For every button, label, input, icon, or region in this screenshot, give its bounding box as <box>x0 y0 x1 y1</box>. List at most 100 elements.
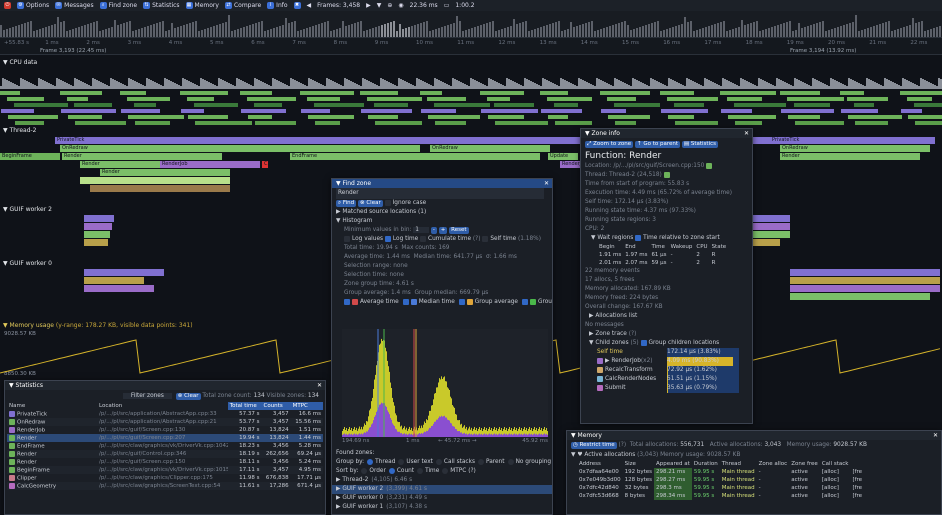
frame-bar[interactable] <box>408 27 410 37</box>
frame-bar[interactable] <box>402 29 404 37</box>
cpu-lane-segment[interactable] <box>728 115 776 119</box>
sort-by-radio[interactable] <box>361 467 368 474</box>
cpu-lane-segment[interactable] <box>15 121 44 125</box>
frame-bar[interactable] <box>837 27 839 37</box>
frame-bar[interactable] <box>312 26 314 37</box>
zone-bar[interactable]: OnRedraw <box>430 145 550 152</box>
cpu-lane-segment[interactable] <box>367 97 422 101</box>
cpu-lane-segment[interactable] <box>128 115 184 119</box>
toolbar-sort-button[interactable]: ⇅ Statistics <box>143 2 180 9</box>
frame-bar[interactable] <box>435 29 437 37</box>
frame-bar[interactable] <box>201 30 203 37</box>
memory-column-header[interactable]: Duration <box>692 460 720 468</box>
frame-bar[interactable] <box>531 30 533 37</box>
frame-bar[interactable] <box>426 21 428 37</box>
frame-bar[interactable] <box>147 26 149 37</box>
cpu-lane-segment[interactable] <box>374 103 408 107</box>
cpu-lane-segment[interactable] <box>480 91 524 95</box>
target-icon[interactable]: ⊕ <box>387 2 392 9</box>
frame-bar[interactable] <box>810 25 812 37</box>
frame-bar[interactable] <box>900 28 902 37</box>
statistics-button[interactable]: ▤ Statistics <box>681 141 718 148</box>
frame-bar[interactable] <box>756 21 758 37</box>
cpu-lane-segment[interactable] <box>120 91 146 95</box>
frame-bar[interactable] <box>111 27 113 37</box>
cpu-lane-segment[interactable] <box>675 121 718 125</box>
frame-bar[interactable] <box>861 30 863 37</box>
cpu-lane-segment[interactable] <box>368 115 398 119</box>
frame-time-graph[interactable] <box>0 11 942 37</box>
table-row[interactable]: Render/p/.../pl/src/guif/Control.cpp:346… <box>7 450 323 458</box>
frame-bar[interactable] <box>153 24 155 37</box>
filter-zones-input[interactable]: Filter zones <box>122 393 172 399</box>
frame-bar[interactable] <box>138 29 140 37</box>
toolbar-info-button[interactable]: i Info <box>267 2 288 9</box>
cpu-lane-segment[interactable] <box>494 103 534 107</box>
frame-bar[interactable] <box>291 22 293 37</box>
cpu-lane-segment[interactable] <box>194 103 238 107</box>
group-by-radio[interactable] <box>367 458 374 465</box>
frame-bar[interactable] <box>822 21 824 37</box>
zone-bar[interactable]: BeginFrame <box>0 153 60 160</box>
cumulate-time-checkbox[interactable] <box>420 235 427 242</box>
frame-bar[interactable] <box>381 25 383 37</box>
frame-bar[interactable] <box>369 29 371 37</box>
memory-column-header[interactable]: Zone alloc <box>757 460 790 468</box>
frame-bar[interactable] <box>492 21 494 37</box>
cpu-lane-segment[interactable] <box>127 97 170 101</box>
frame-bar[interactable] <box>345 26 347 37</box>
frame-bar[interactable] <box>342 21 344 37</box>
group-children-checkbox[interactable] <box>640 339 647 346</box>
zone-bar[interactable] <box>750 223 790 230</box>
frame-bar[interactable] <box>678 25 680 37</box>
frame-bar[interactable] <box>84 25 86 37</box>
cpu-lane-segment[interactable] <box>7 97 44 101</box>
cpu-lane-segment[interactable] <box>840 91 864 95</box>
cpu-lane-segment[interactable] <box>780 91 820 95</box>
cpu-lane-segment[interactable] <box>914 103 942 107</box>
frame-bar[interactable] <box>183 25 185 37</box>
cpu-lane-segment[interactable] <box>721 109 752 113</box>
cpu-lane-segment[interactable] <box>187 97 214 101</box>
frame-bar[interactable] <box>546 25 548 37</box>
cumulate-help[interactable]: (?) <box>473 236 481 242</box>
table-row[interactable]: 1.91 ms 1.97 ms 61 µs - 2 R <box>597 251 728 259</box>
frame-bar[interactable] <box>105 29 107 37</box>
cpu-lane-segment[interactable] <box>855 121 888 125</box>
frame-bar[interactable] <box>720 22 722 37</box>
frame-bar[interactable] <box>240 28 242 37</box>
frame-bar[interactable] <box>393 21 395 37</box>
frame-bar[interactable] <box>582 24 584 37</box>
frame-bar[interactable] <box>195 21 197 37</box>
zone-bar[interactable]: OnRedraw <box>780 145 930 152</box>
frame-bar[interactable] <box>939 26 941 37</box>
frame-bar[interactable] <box>597 30 599 37</box>
frame-bar[interactable] <box>897 29 899 37</box>
frame-bar[interactable] <box>309 27 311 37</box>
cpu-lane-segment[interactable] <box>907 97 932 101</box>
frame-bar[interactable] <box>114 20 116 37</box>
frame-bar[interactable] <box>744 25 746 37</box>
frame-bar[interactable] <box>180 26 182 37</box>
cpu-lane-segment[interactable] <box>75 121 126 125</box>
frame-bar[interactable] <box>192 22 194 37</box>
cpu-lane-segment[interactable] <box>540 91 568 95</box>
frame-bar[interactable] <box>210 27 212 37</box>
cpu-lane-segment[interactable] <box>14 103 68 107</box>
table-row[interactable]: 0x7dfaa64e00 192 bytes 298.21 ms 59.95 s Mai… <box>577 468 864 476</box>
child-zone-row[interactable]: CalcRenderNodes 51.51 µs (1.15%) <box>581 375 752 384</box>
frame-bar[interactable] <box>705 27 707 37</box>
frame-bar[interactable] <box>777 25 779 37</box>
frame-bar[interactable] <box>657 21 659 37</box>
frame-bar[interactable] <box>549 24 551 37</box>
frame-bar[interactable] <box>135 30 137 37</box>
cpu-lane-segment[interactable] <box>308 115 354 119</box>
statistics-column-header[interactable]: Total time <box>227 402 262 410</box>
frame-bar[interactable] <box>699 29 701 37</box>
cpu-lane-segment[interactable] <box>315 121 340 125</box>
frame-bar[interactable] <box>405 28 407 37</box>
thread2-header[interactable]: ▼ Thread-2 <box>3 127 37 134</box>
frame-bar[interactable] <box>69 30 71 37</box>
frame-bar[interactable] <box>450 24 452 37</box>
frame-bar[interactable] <box>831 29 833 37</box>
